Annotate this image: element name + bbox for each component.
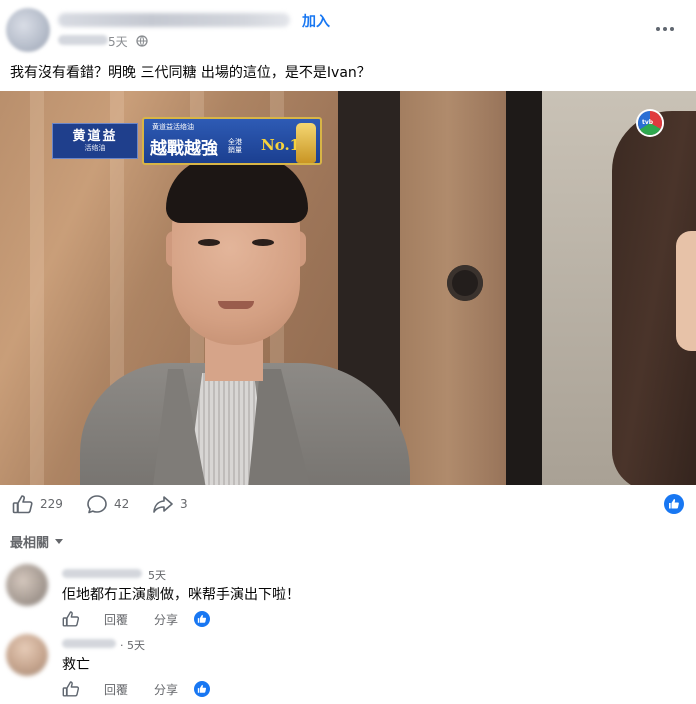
- light-stripe: [30, 91, 44, 485]
- comment-bubble-icon: [87, 495, 107, 514]
- like-reaction-icon[interactable]: [194, 681, 211, 697]
- sponsor-banner-slogan: 越戰越強: [150, 139, 218, 159]
- like-button[interactable]: 229: [12, 494, 63, 514]
- man-hair: [166, 157, 308, 223]
- sponsor-logo-sub: 活络油: [84, 143, 106, 152]
- sort-label: 最相關: [10, 536, 50, 551]
- sponsor-logo: 黄道益 活络油: [52, 123, 138, 159]
- more-options-icon[interactable]: [654, 22, 676, 36]
- share-button[interactable]: 3: [152, 494, 188, 514]
- thumbs-up-icon: [197, 614, 207, 623]
- share-button[interactable]: 分享: [154, 611, 178, 628]
- commenter-name-redacted[interactable]: [62, 569, 142, 578]
- channel-logo-text: tvb: [642, 119, 654, 126]
- comment-time[interactable]: 5天: [148, 567, 166, 583]
- date-redacted: [58, 35, 108, 45]
- join-link[interactable]: 加入: [302, 11, 330, 31]
- thumbs-up-icon[interactable]: [62, 680, 80, 698]
- woman-face: [676, 231, 696, 351]
- avatar[interactable]: [6, 8, 50, 52]
- like-reaction-icon[interactable]: [664, 494, 684, 514]
- comment-actions: 回覆 分享: [62, 680, 211, 698]
- author-name-redacted[interactable]: [58, 13, 290, 27]
- post-time[interactable]: 5天: [108, 33, 128, 50]
- sponsor-logo-name: 黄道益: [72, 128, 118, 144]
- man-eye: [198, 239, 220, 246]
- like-count: 229: [40, 497, 63, 511]
- comment-sort-dropdown[interactable]: 最相關: [10, 532, 64, 551]
- sponsor-banner-sub-line: 全港: [228, 138, 242, 146]
- globe-icon: [136, 35, 148, 47]
- sponsor-banner-sub-line: 銷量: [228, 146, 242, 154]
- share-count: 3: [180, 497, 188, 511]
- avatar[interactable]: [6, 564, 48, 606]
- thumbs-up-icon[interactable]: [62, 610, 80, 628]
- thumbs-up-icon: [12, 495, 33, 514]
- video-player[interactable]: 黄道益 活络油 黄道益活络油 越戰越強 全港 銷量 No.1 tvb: [0, 91, 696, 485]
- commenter-name-redacted[interactable]: [62, 639, 116, 648]
- like-reaction-icon[interactable]: [194, 611, 211, 627]
- comment-text: 救亡: [62, 657, 90, 673]
- comment-text: 佢地都冇正演劇做，咪帮手演出下啦！: [62, 587, 300, 603]
- avatar[interactable]: [6, 634, 48, 676]
- post-header: 加入 5天: [0, 0, 696, 60]
- door-knob: [447, 265, 483, 301]
- comment-time[interactable]: · 5天: [120, 637, 145, 653]
- reply-button[interactable]: 回覆: [104, 681, 128, 698]
- reaction-bar: 229 42 3: [0, 485, 696, 525]
- sponsor-banner-top: 黄道益活络油: [152, 123, 194, 131]
- thumbs-up-icon: [197, 684, 207, 693]
- sponsor-banner: 黄道益活络油 越戰越強 全港 銷量 No.1: [142, 117, 322, 165]
- comment-actions: 回覆 分享: [62, 610, 211, 628]
- pillar: [506, 91, 542, 485]
- sponsor-banner-sub: 全港 銷量: [228, 138, 242, 154]
- chevron-down-icon: [55, 539, 64, 544]
- comment-count: 42: [114, 497, 130, 511]
- share-arrow-icon: [153, 496, 173, 513]
- man-eye: [252, 239, 274, 246]
- sponsor-banner-no1: No.1: [261, 136, 301, 154]
- comment-button[interactable]: 42: [86, 494, 129, 514]
- reply-button[interactable]: 回覆: [104, 611, 128, 628]
- thumbs-up-icon: [669, 499, 679, 509]
- post-text: 我有沒有看錯？明晚 三代同糖 出場的這位，是不是Ivan？: [10, 65, 371, 81]
- bottle-icon: [296, 123, 316, 163]
- man-mouth: [218, 301, 254, 309]
- share-button[interactable]: 分享: [154, 681, 178, 698]
- channel-logo-icon: tvb: [638, 111, 662, 135]
